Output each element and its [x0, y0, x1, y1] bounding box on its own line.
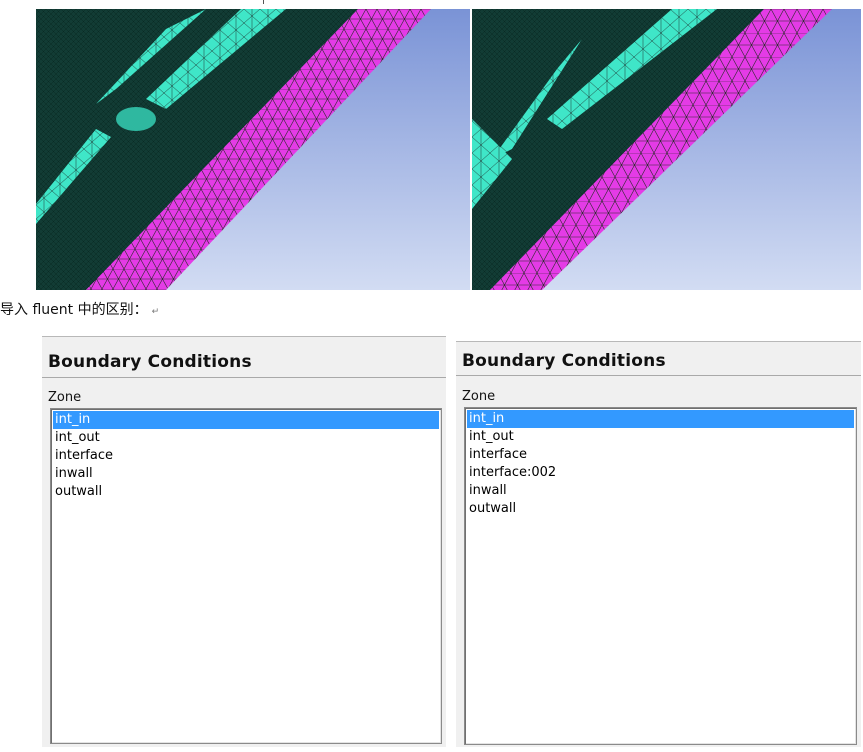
zone-list-item[interactable]: interface:002	[467, 464, 854, 482]
return-mark-icon: ↵	[151, 307, 160, 317]
panel-title: Boundary Conditions	[462, 351, 666, 371]
zone-list-item[interactable]: interface	[467, 446, 854, 464]
mesh-render-left	[36, 9, 470, 290]
zone-list: int_in int_out interface inwall outwall	[51, 409, 441, 503]
panel-title: Boundary Conditions	[48, 352, 252, 372]
zone-listbox[interactable]: int_in int_out interface inwall outwall	[50, 408, 442, 744]
zone-list-item[interactable]: int_in	[467, 410, 854, 428]
mesh-render-right	[472, 9, 861, 290]
zone-list-item[interactable]: inwall	[53, 465, 439, 483]
zone-list-item[interactable]: int_in	[53, 411, 439, 429]
zone-list-item[interactable]: outwall	[467, 500, 854, 518]
zone-list: int_in int_out interface interface:002 inwal…	[465, 408, 856, 520]
zone-list-item[interactable]: outwall	[53, 483, 439, 501]
top-edge-mark	[263, 0, 264, 4]
caption-label: 导入 fluent 中的区别：	[0, 302, 148, 318]
zone-list-item[interactable]: int_out	[467, 428, 854, 446]
mesh-view-right	[472, 9, 861, 290]
zone-list-item[interactable]: inwall	[467, 482, 854, 500]
panel-divider	[456, 375, 861, 376]
zone-list-item[interactable]: interface	[53, 447, 439, 465]
caption-text: 导入 fluent 中的区别： ↵	[0, 299, 159, 319]
boundary-conditions-panel-left: Boundary Conditions Zone int_in int_out in…	[42, 336, 446, 747]
zone-label: Zone	[48, 390, 82, 405]
zone-listbox[interactable]: int_in int_out interface interface:002 inwal…	[464, 407, 857, 745]
zone-label: Zone	[462, 389, 496, 404]
zone-list-item[interactable]: int_out	[53, 429, 439, 447]
panel-divider	[42, 377, 446, 378]
boundary-conditions-panel-right: Boundary Conditions Zone int_in int_out in…	[456, 341, 861, 747]
mesh-view-left	[36, 9, 470, 290]
